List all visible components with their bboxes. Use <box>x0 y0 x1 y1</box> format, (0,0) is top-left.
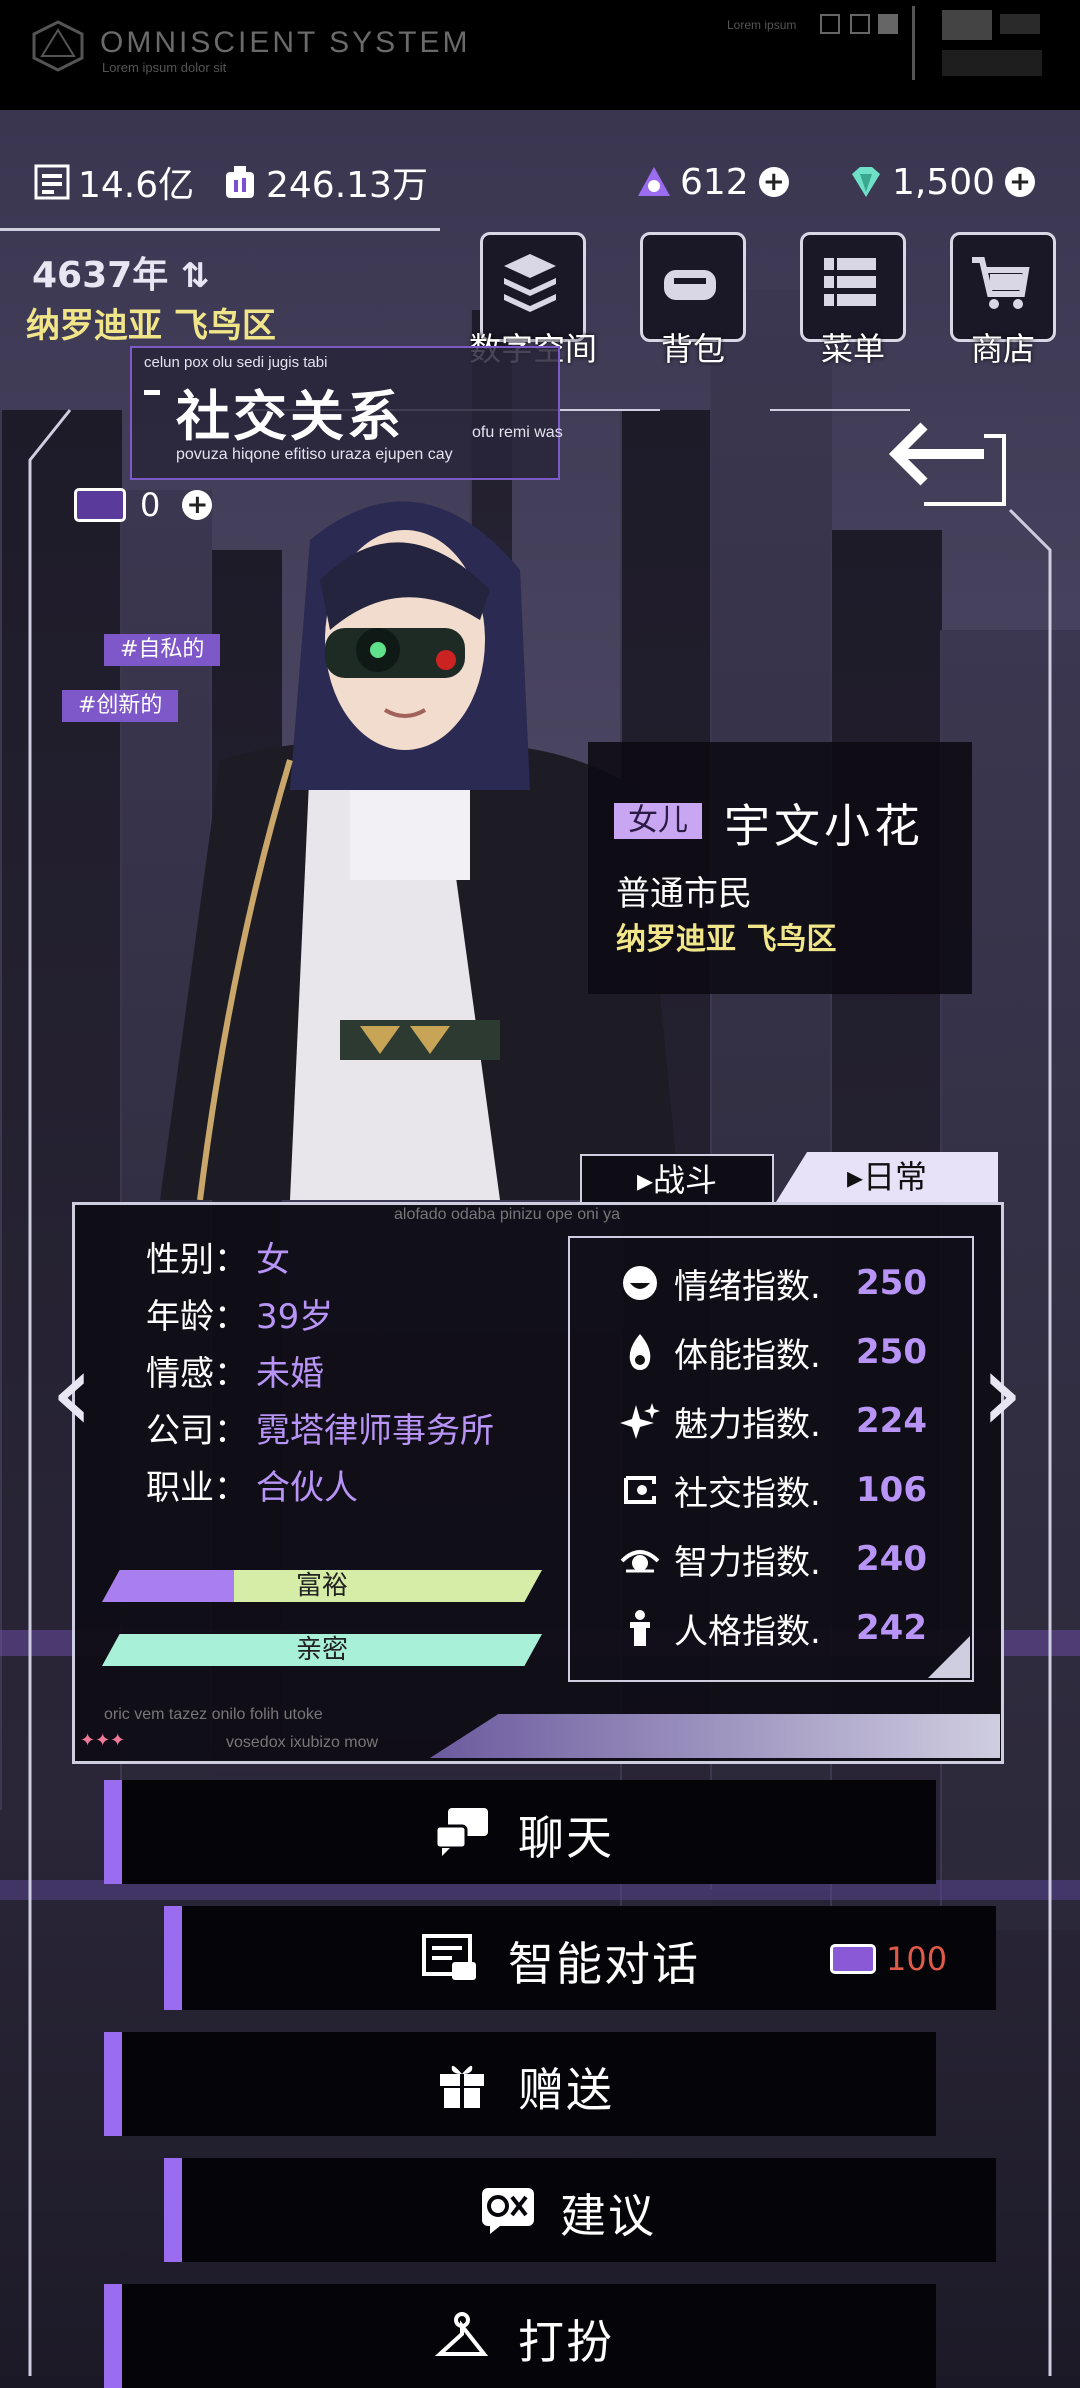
diamonds-value: 1,500 <box>892 161 996 203</box>
ticket-icon <box>830 1944 876 1974</box>
eye-icon <box>620 1550 660 1573</box>
panel-footer-line1: oric vem tazez onilo folih utoke <box>104 1706 323 1723</box>
character-location: 纳罗迪亚 飞鸟区 <box>616 922 837 957</box>
energy-value: 612 <box>680 161 749 203</box>
title-dash <box>144 390 160 395</box>
coins-icon <box>34 164 70 200</box>
character-name: 宇文小花 <box>724 799 924 853</box>
chat-label: 聊天 <box>518 1811 614 1865</box>
smart-dialog-label: 智能对话 <box>508 1937 700 1991</box>
cost-value: 100 <box>886 1940 948 1978</box>
shop-button[interactable]: 商店 <box>950 232 1056 368</box>
hanger-icon <box>434 2312 489 2356</box>
world-location: 纳罗迪亚 飞鸟区 <box>26 306 276 346</box>
window-square-icon <box>820 14 840 34</box>
sparkle-icon <box>620 1403 660 1439</box>
smart-dialog-button[interactable]: 智能对话 100 <box>164 1906 996 2010</box>
panel-footer-line2: vosedox ixubizo mow <box>226 1734 379 1751</box>
system-logo-icon <box>32 20 84 72</box>
stat-charm: 魅力指数. 224 <box>620 1396 970 1446</box>
add-diamonds-button[interactable]: + <box>1005 167 1036 197</box>
gift-icon <box>440 2065 484 2108</box>
intimacy-bar: 亲密 <box>102 1634 542 1666</box>
title-caption-top: celun pox olu sedi jugis tabi <box>144 354 328 371</box>
stat-intelligence: 智力指数. 240 <box>620 1534 970 1584</box>
stat-mood: 情绪指数. 250 <box>620 1258 970 1308</box>
profile-relationship: 情感： 未婚 <box>146 1354 324 1394</box>
ticket-icon <box>74 488 126 522</box>
coins-value: 14.6亿 <box>78 165 195 206</box>
status-indicator-icon <box>942 10 992 40</box>
smart-dialog-cost: 100 <box>830 1940 947 1978</box>
social-icon <box>624 1476 656 1504</box>
prev-character-button[interactable]: ‹ <box>44 1337 100 1447</box>
ox-icon <box>482 2188 534 2234</box>
system-corner-text: Lorem ipsum <box>727 18 797 32</box>
chat-button[interactable]: 聊天 <box>104 1780 936 1884</box>
profile-occupation: 职业： 合伙人 <box>146 1468 358 1508</box>
stat-personality: 人格指数. 242 <box>620 1603 970 1653</box>
intimacy-bar-label: 亲密 <box>295 1635 348 1665</box>
character-class: 普通市民 <box>616 874 752 914</box>
add-energy-button[interactable]: + <box>758 167 789 197</box>
decorative-stars-icon: ✦✦✦ <box>80 1730 126 1751</box>
smart-dialog-icon <box>422 1934 476 1980</box>
shopping-cart-icon <box>972 257 1030 309</box>
window-filled-icon <box>878 14 898 34</box>
stat-social: 社交指数. 106 <box>620 1465 970 1515</box>
coins-resource: 14.6亿 <box>34 160 194 206</box>
page-title: 社交关系 <box>176 385 404 448</box>
back-arrow-icon[interactable] <box>884 416 1010 512</box>
wealth-bar-label: 富裕 <box>295 1571 348 1601</box>
panel-corner-ribbon <box>430 1714 1000 1758</box>
profile-company: 公司： 霓塔律师事务所 <box>146 1411 494 1451</box>
energy-triangle-icon <box>638 167 670 196</box>
system-bar: OMNISCIENT SYSTEM Lorem ipsum dolor sit … <box>0 0 1080 110</box>
flame-icon <box>629 1334 651 1370</box>
person-icon <box>630 1610 650 1646</box>
gift-button[interactable]: 赠送 <box>104 2032 936 2136</box>
layers-icon <box>504 254 556 312</box>
refresh-icon[interactable]: ⇅ <box>181 256 210 296</box>
menu-label: 菜单 <box>820 330 885 368</box>
gem-bag-icon <box>226 166 254 198</box>
suggestion-button[interactable]: 建议 <box>164 2158 996 2262</box>
panel-caption: alofado odaba pinizu ope oni ya <box>394 1206 620 1223</box>
profile-age: 年龄： 39岁 <box>146 1297 334 1337</box>
world-year: 4637年 ⇅ <box>32 255 210 296</box>
dress-up-button[interactable]: 打扮 <box>104 2284 936 2388</box>
profile-gender: 性别：女 <box>146 1240 290 1280</box>
system-subtitle: Lorem ipsum dolor sit <box>102 60 227 75</box>
bag-icon <box>664 270 716 300</box>
relation-badge: 女儿 <box>614 803 702 839</box>
next-character-button[interactable]: › <box>974 1337 1030 1447</box>
dress-up-label: 打扮 <box>518 2315 614 2369</box>
digital-space-button[interactable]: 数字空间 <box>469 232 597 368</box>
backpack-label: 背包 <box>660 330 725 368</box>
diamonds-resource: 1,500 + <box>848 160 1036 204</box>
system-title: OMNISCIENT SYSTEM <box>100 26 471 59</box>
window-cross-icon <box>850 14 870 34</box>
stat-stamina: 体能指数. 250 <box>620 1327 970 1377</box>
tab-daily[interactable]: ▸日常 <box>776 1152 998 1202</box>
title-caption-side: ofu remi was <box>472 424 563 441</box>
wealth-bar: 富裕 <box>102 1570 542 1602</box>
suggestion-label: 建议 <box>560 2189 656 2243</box>
backpack-button[interactable]: 背包 <box>640 232 746 368</box>
menu-button[interactable]: 菜单 <box>800 232 906 368</box>
diamond-icon <box>852 167 880 197</box>
smile-icon <box>623 1266 657 1300</box>
gems-value: 246.13万 <box>266 165 428 206</box>
energy-resource: 612 + <box>636 160 789 204</box>
menu-list-icon <box>824 258 876 306</box>
shop-label: 商店 <box>970 330 1035 368</box>
gift-label: 赠送 <box>518 2063 614 2117</box>
tab-battle[interactable]: ▸战斗 <box>580 1154 774 1204</box>
gems-resource: 246.13万 <box>222 160 428 206</box>
chat-icon <box>434 1808 488 1856</box>
